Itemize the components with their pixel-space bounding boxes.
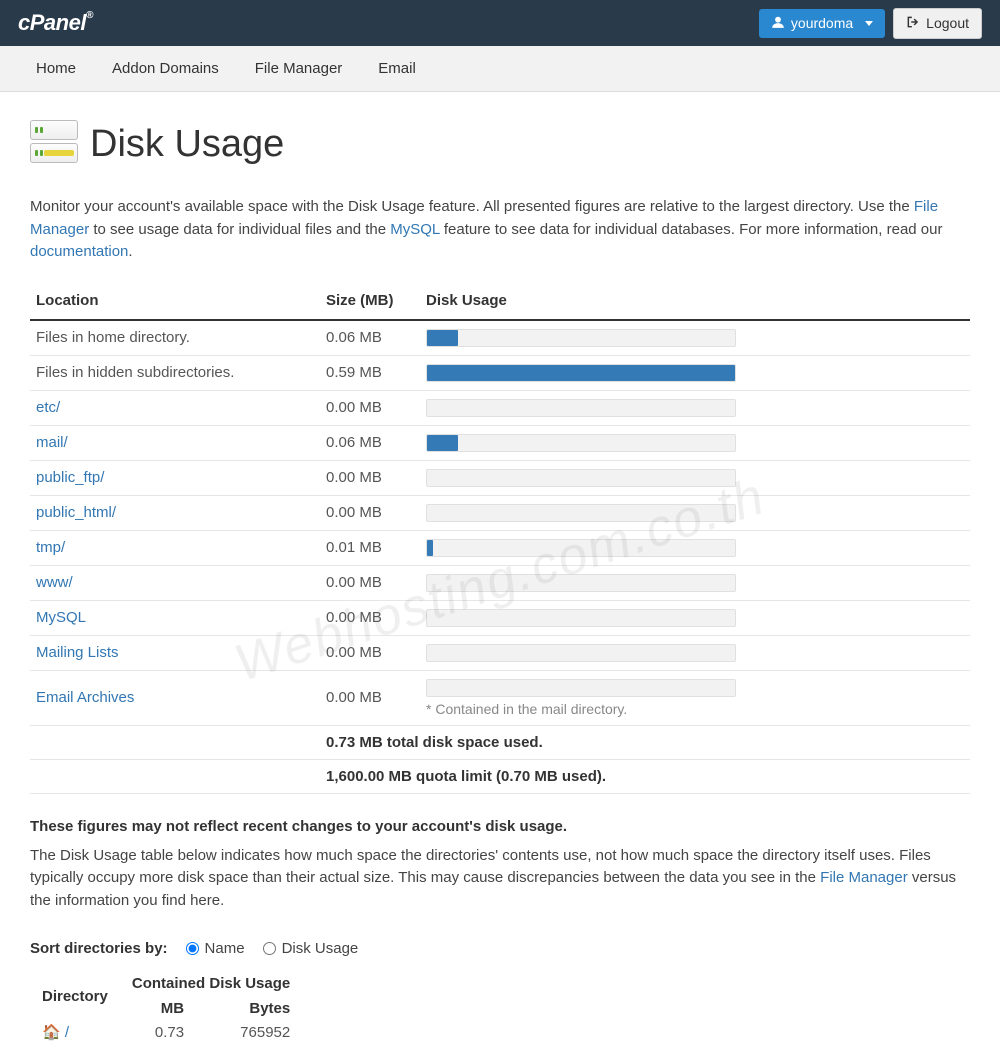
usage-bar [426,469,736,487]
table-row: public_html/0.00 MB [30,495,970,530]
figures-note-desc: The Disk Usage table below indicates how… [30,845,970,913]
usage-bar [426,434,736,452]
documentation-link[interactable]: documentation [30,243,128,260]
brand-logo: cPanel® [18,10,93,36]
th-usage: Disk Usage [420,282,970,320]
size-cell: 0.01 MB [320,530,420,565]
navbar: HomeAddon DomainsFile ManagerEmail [0,46,1000,92]
th-size: Size (MB) [320,282,420,320]
th-directory: Directory [30,971,120,1021]
sort-name-radio[interactable] [186,942,199,955]
size-cell: 0.00 MB [320,600,420,635]
logout-label: Logout [926,15,969,31]
row-note: * Contained in the mail directory. [426,701,964,717]
usage-bar [426,329,736,347]
usage-cell [420,565,970,600]
location-link[interactable]: public_html/ [36,504,116,521]
usage-bar [426,504,736,522]
table-row: Files in home directory.0.06 MB [30,320,970,356]
size-cell: 0.06 MB [320,320,420,356]
usage-cell [420,600,970,635]
th-location: Location [30,282,320,320]
home-icon: 🏠 [42,1024,61,1041]
sort-usage-label: Disk Usage [282,940,359,957]
user-menu-button[interactable]: yourdoma [759,9,885,38]
nav-item-addon-domains[interactable]: Addon Domains [94,46,237,91]
table-row: Email Archives 0.00 MB * Contained in the … [30,670,970,725]
usage-bar [426,364,736,382]
quota-limit: 1,600.00 MB quota limit (0.70 MB used). [320,759,970,793]
location-link[interactable]: www/ [36,574,73,591]
usage-bar [426,539,736,557]
usage-bar [426,644,736,662]
size-cell: 0.00 MB [320,635,420,670]
size-cell: 0.00 MB [320,565,420,600]
location-link[interactable]: MySQL [36,609,86,626]
nav-item-home[interactable]: Home [18,46,94,91]
logout-button[interactable]: Logout [893,8,982,39]
usage-bar [426,574,736,592]
location-link[interactable]: etc/ [36,399,60,416]
size-cell: 0.00 MB [320,460,420,495]
bytes-cell: 765952 [196,1021,302,1043]
nav-item-file-manager[interactable]: File Manager [237,46,361,91]
size-cell: 0.00 MB [320,670,420,725]
directory-link[interactable]: 🏠 / [42,1024,69,1041]
page-title: Disk Usage [90,123,284,166]
usage-cell [420,320,970,356]
table-row: tmp/0.01 MB [30,530,970,565]
usage-cell [420,390,970,425]
disk-usage-table: Location Size (MB) Disk Usage Files in h… [30,282,970,794]
total-used: 0.73 MB total disk space used. [320,725,970,759]
sort-name-label: Name [205,940,245,957]
sort-label: Sort directories by: [30,940,168,957]
location-label: Files in hidden subdirectories. [30,355,320,390]
usage-cell: * Contained in the mail directory. [420,670,970,725]
location-link[interactable]: mail/ [36,434,68,451]
table-row: Files in hidden subdirectories.0.59 MB [30,355,970,390]
usage-cell [420,495,970,530]
usage-cell [420,425,970,460]
usage-cell [420,460,970,495]
table-row: mail/0.06 MB [30,425,970,460]
location-label: Files in home directory. [30,320,320,356]
table-row: etc/0.00 MB [30,390,970,425]
th-contained: Contained Disk Usage [120,971,302,996]
size-cell: 0.06 MB [320,425,420,460]
size-cell: 0.00 MB [320,390,420,425]
table-row: 🏠 / 0.73765952 [30,1021,302,1043]
topbar: cPanel® yourdoma Logout [0,0,1000,46]
logout-icon [906,15,920,32]
location-link[interactable]: tmp/ [36,539,65,556]
mysql-link[interactable]: MySQL [390,221,439,238]
usage-bar [426,679,736,697]
table-row: MySQL 0.00 MB [30,600,970,635]
sort-row: Sort directories by: Name Disk Usage [30,940,970,957]
size-cell: 0.00 MB [320,495,420,530]
disk-usage-icon [30,120,78,168]
location-link[interactable]: public_ftp/ [36,469,104,486]
page-header: Disk Usage [30,120,970,168]
table-row: www/0.00 MB [30,565,970,600]
table-row: Mailing Lists 0.00 MB [30,635,970,670]
user-icon [771,15,785,32]
sort-usage-radio[interactable] [263,942,276,955]
size-cell: 0.59 MB [320,355,420,390]
file-manager-link-2[interactable]: File Manager [820,869,908,886]
usage-bar [426,609,736,627]
nav-item-email[interactable]: Email [360,46,434,91]
mb-cell: 0.73 [120,1021,196,1043]
usage-bar [426,399,736,417]
intro-text: Monitor your account's available space w… [30,196,970,264]
usage-cell [420,635,970,670]
location-link[interactable]: Email Archives [36,689,134,706]
username-label: yourdoma [791,15,853,31]
table-row: public_ftp/0.00 MB [30,460,970,495]
usage-cell [420,530,970,565]
usage-cell [420,355,970,390]
location-link[interactable]: Mailing Lists [36,644,119,661]
caret-down-icon [865,21,873,26]
directories-table: Directory Contained Disk Usage MB Bytes … [30,971,302,1043]
figures-note-heading: These figures may not reflect recent cha… [30,818,970,835]
